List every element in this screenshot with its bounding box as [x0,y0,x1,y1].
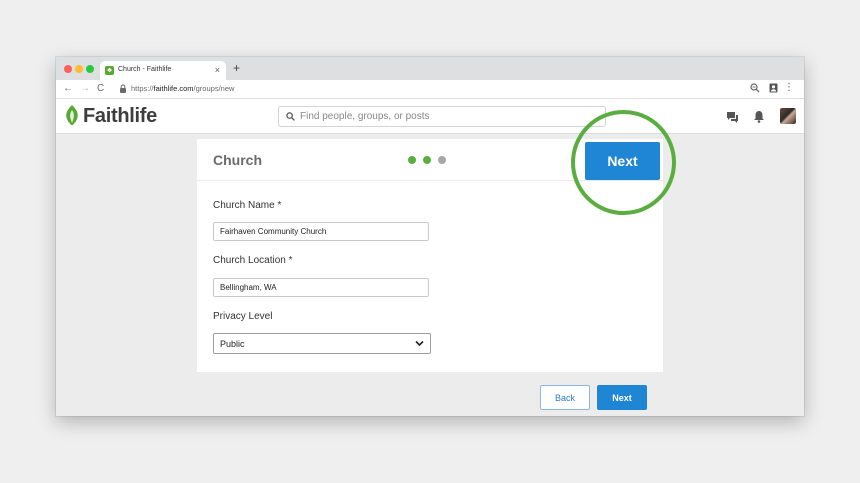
browser-menu-icon[interactable]: ⋮ [784,82,794,94]
profile-icon[interactable] [769,83,778,93]
new-tab-icon[interactable]: + [233,62,240,74]
reload-icon[interactable]: C [97,83,104,94]
zoom-icon[interactable] [750,83,760,93]
privacy-level-select[interactable]: Public [213,333,431,354]
chevron-down-icon [415,340,424,347]
search-icon [286,112,295,121]
forward-arrow-icon[interactable]: → [80,83,90,94]
next-button-highlighted[interactable]: Next [585,142,660,180]
privacy-level-value: Public [220,339,245,349]
church-name-label: Church Name * [213,200,282,211]
church-name-input[interactable] [213,222,429,241]
browser-window: ♣ Church - Faithlife × + ← → C https://f… [56,57,804,416]
step-indicator-2 [423,156,431,164]
step-indicator-3 [438,156,446,164]
lock-icon [120,84,126,93]
church-location-label: Church Location * [213,255,293,266]
next-button[interactable]: Next [597,385,647,410]
step-indicator-1 [408,156,416,164]
url-path: /groups/new [193,84,235,93]
site-header: Faithlife [56,99,804,134]
avatar[interactable] [780,108,796,124]
address-toolbar: ← → C https://faithlife.com/groups/new ⋮ [56,80,804,99]
chat-icon[interactable] [726,111,739,123]
page-title: Church [213,152,262,168]
church-location-input[interactable] [213,278,429,297]
faithlife-logo-icon[interactable] [64,104,80,126]
close-tab-icon[interactable]: × [215,65,220,75]
maximize-window-button[interactable] [86,65,94,73]
favicon-icon: ♣ [105,66,114,75]
url-bar[interactable]: https://faithlife.com/groups/new [131,84,234,93]
close-window-button[interactable] [64,65,72,73]
site-logo[interactable]: Faithlife [83,104,157,128]
minimize-window-button[interactable] [75,65,83,73]
privacy-level-label: Privacy Level [213,311,273,322]
bell-icon[interactable] [753,110,765,123]
search-box[interactable] [278,106,606,127]
tab-title: Church - Faithlife [118,66,172,73]
url-prefix: https:// [131,84,154,93]
back-arrow-icon[interactable]: ← [63,83,73,94]
browser-tab[interactable]: ♣ Church - Faithlife × [100,61,226,80]
url-host: faithlife.com [153,84,194,93]
search-input[interactable] [300,108,590,125]
back-button[interactable]: Back [540,385,590,410]
tab-strip: ♣ Church - Faithlife × + [56,57,804,80]
